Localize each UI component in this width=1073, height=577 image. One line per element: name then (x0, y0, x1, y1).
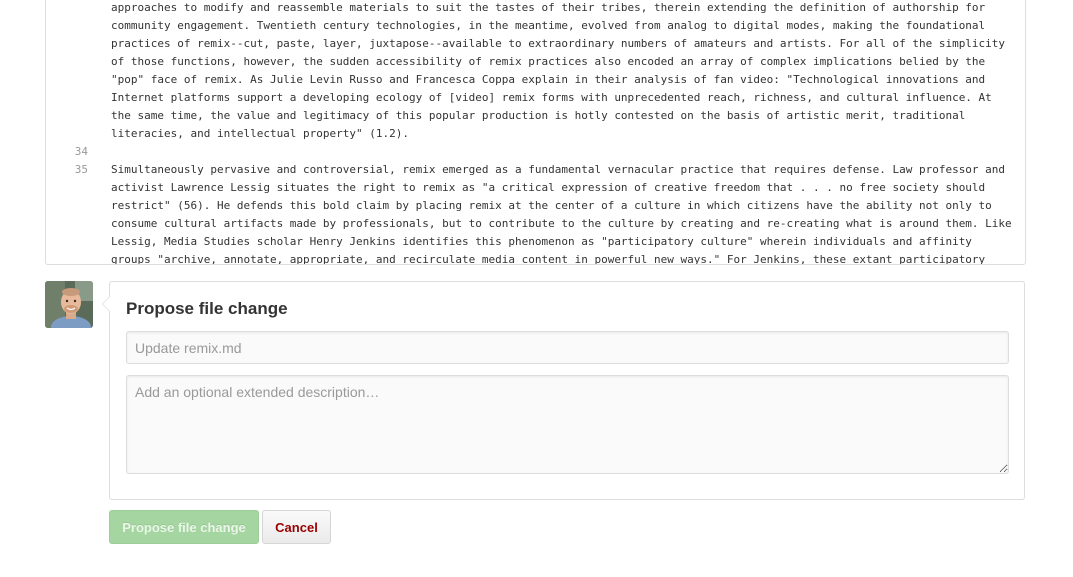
line-number: 35 (74, 163, 88, 176)
code-line: approaches to modify and reassemble mate… (46, 0, 1025, 143)
line-text: approaches to modify and reassemble mate… (111, 1, 1006, 140)
code-line: 35 Simultaneously pervasive and controve… (46, 161, 1025, 265)
code-content: approaches to modify and reassemble mate… (46, 0, 1025, 265)
cancel-button[interactable]: Cancel (262, 510, 331, 544)
propose-file-change-button[interactable]: Propose file change (109, 510, 259, 544)
code-line: 34 (46, 143, 1025, 161)
commit-form: Propose file change (102, 281, 1025, 500)
commit-form-title: Propose file change (126, 299, 288, 318)
line-text: Simultaneously pervasive and controversi… (111, 163, 1012, 265)
line-text (111, 143, 1017, 161)
user-avatar (45, 281, 93, 328)
file-editor[interactable]: approaches to modify and reassemble mate… (45, 0, 1026, 265)
commit-description-textarea[interactable] (126, 375, 1009, 474)
commit-summary-input[interactable] (126, 331, 1009, 364)
avatar-image (45, 281, 93, 328)
line-number: 34 (74, 145, 88, 158)
